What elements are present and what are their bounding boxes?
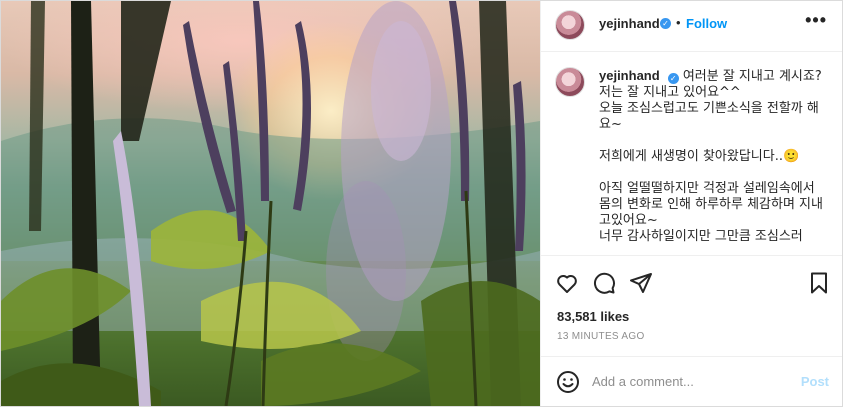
- verified-badge-icon: ✓: [660, 18, 671, 29]
- post-header: yejinhand ✓ • Follow •••: [541, 1, 842, 52]
- likes-count[interactable]: 83,581 likes: [557, 309, 629, 324]
- action-bar: [541, 255, 842, 307]
- caption-username[interactable]: yejinhand: [599, 68, 660, 83]
- bookmark-icon[interactable]: [807, 271, 831, 295]
- comment-icon[interactable]: [592, 271, 616, 295]
- post-comment-button[interactable]: Post: [801, 374, 829, 389]
- flower-illustration: [1, 1, 540, 406]
- post-photo[interactable]: [1, 1, 540, 406]
- add-comment-bar: Post: [541, 356, 842, 406]
- follow-button[interactable]: Follow: [686, 16, 727, 31]
- comment-input[interactable]: [592, 369, 792, 393]
- author-username[interactable]: yejinhand: [599, 16, 660, 31]
- caption-avatar[interactable]: [555, 67, 585, 97]
- caption-text: 여러분 잘 지내고 계시죠? 저는 잘 지내고 있어요^^ 오늘 조심스럽고도 …: [599, 69, 823, 244]
- instagram-post-window: yejinhand ✓ • Follow ••• yejinhand ✓ 여러분 …: [0, 0, 843, 407]
- post-side-panel: yejinhand ✓ • Follow ••• yejinhand ✓ 여러분 …: [540, 1, 842, 406]
- more-options-icon[interactable]: •••: [805, 10, 827, 31]
- smile-icon[interactable]: [556, 370, 580, 394]
- share-icon[interactable]: [629, 271, 653, 295]
- caption-block: yejinhand ✓ 여러분 잘 지내고 계시죠? 저는 잘 지내고 있어요^^…: [599, 68, 829, 245]
- heart-icon[interactable]: [555, 271, 579, 295]
- separator-dot: •: [676, 15, 681, 30]
- author-avatar[interactable]: [555, 10, 585, 40]
- post-timestamp[interactable]: 13 minutes ago: [557, 331, 645, 342]
- caption-area: yejinhand ✓ 여러분 잘 지내고 계시죠? 저는 잘 지내고 있어요^^…: [541, 53, 842, 255]
- verified-badge-icon: ✓: [667, 73, 679, 84]
